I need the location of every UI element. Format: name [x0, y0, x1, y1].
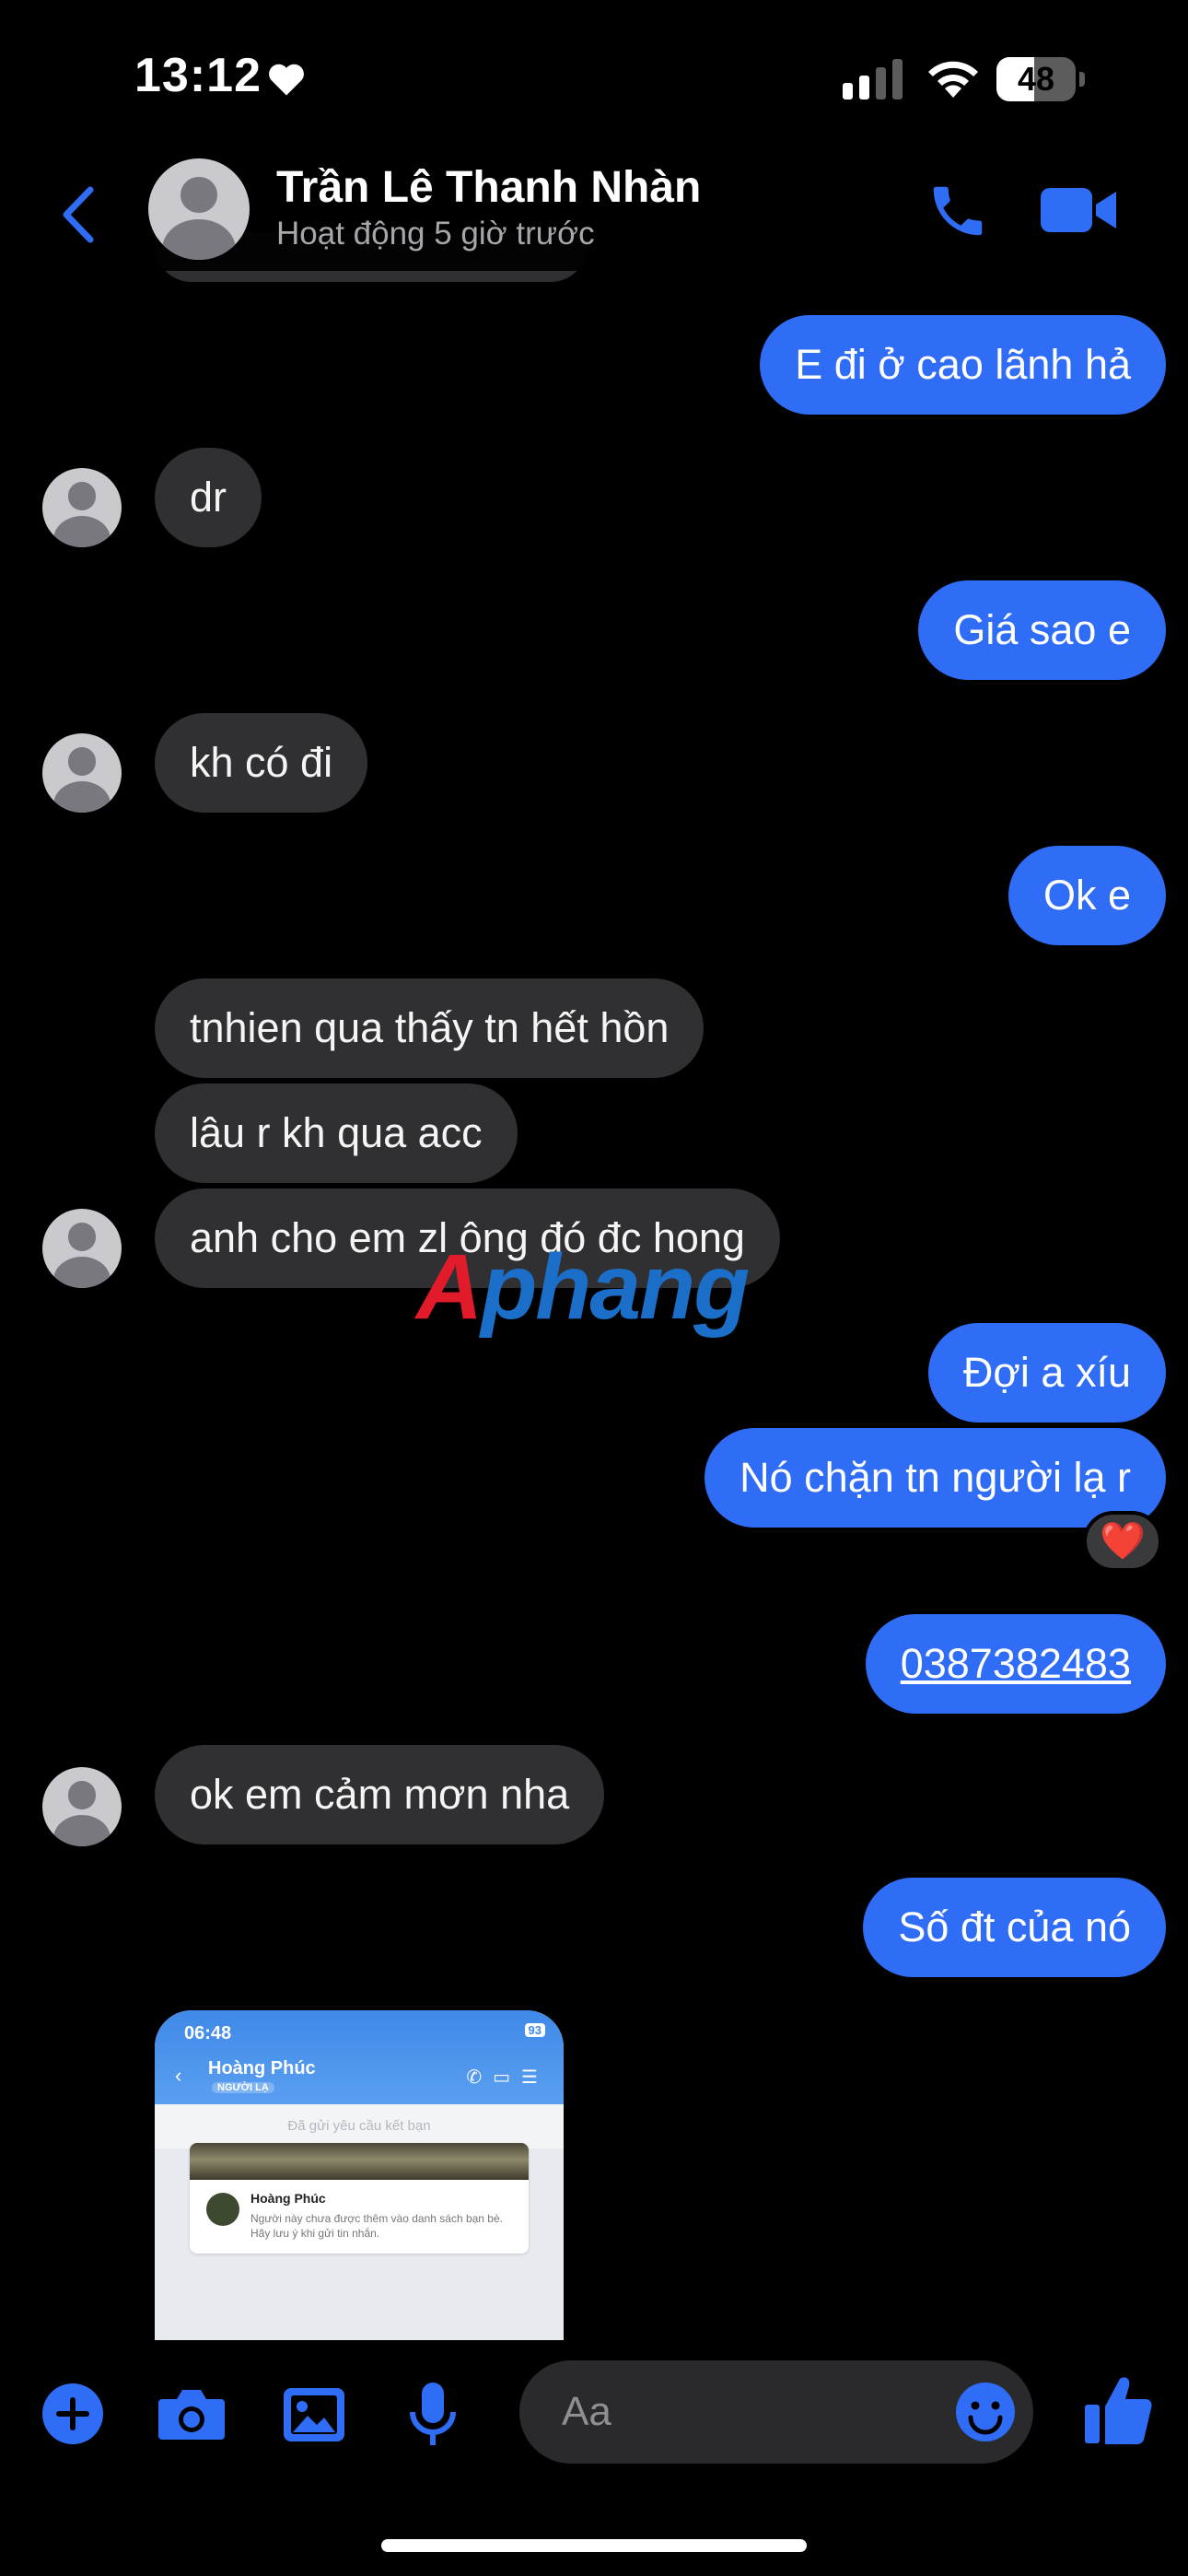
thumbs-up-icon[interactable] [1083, 2370, 1153, 2449]
avatar[interactable] [42, 733, 122, 813]
video-camera-icon[interactable] [1041, 184, 1118, 236]
message-text[interactable]: 0387382483 [901, 1640, 1131, 1687]
home-indicator[interactable] [381, 2539, 807, 2552]
message-text: Giá sao e [953, 606, 1131, 653]
message-text: Nó chặn tn người lạ r [740, 1454, 1131, 1501]
avatar[interactable] [42, 1209, 122, 1288]
messenger-chat-screen: E đi ở cao lãnh hả dr Giá sao e kh có đi… [0, 0, 1188, 2576]
chat-header: Trần Lê Thanh Nhàn Hoạt động 5 giờ trước [0, 147, 1188, 271]
heart-reaction-icon[interactable]: ❤️ [1083, 1511, 1162, 1572]
phone-number-link[interactable]: 0387382483 [865, 1614, 1166, 1714]
screenshot-time: 06:48 [184, 2023, 232, 2043]
message-bubble-outgoing[interactable]: E đi ở cao lãnh hả [760, 315, 1166, 415]
cellular-signal-icon [843, 59, 903, 100]
screenshot-card-name: Hoàng Phúc [250, 2191, 326, 2206]
message-bubble-incoming[interactable]: dr [155, 448, 262, 547]
smile-icon[interactable] [954, 2381, 1017, 2443]
message-text: Số đt của nó [898, 1903, 1131, 1950]
message-bubble-incoming[interactable]: ok em cảm mơn nha [155, 1745, 605, 1844]
message-text: Ok e [1042, 872, 1131, 919]
screenshot-back-icon: ‹ [175, 2064, 182, 2087]
screenshot-stranger-badge: NGƯỜI LẠ [212, 2082, 274, 2093]
status-bar: 13:12 48 [0, 0, 1188, 157]
status-time: 13:12 [134, 49, 262, 102]
battery-indicator: 48 [996, 57, 1085, 101]
screenshot-battery: 93 [524, 2023, 545, 2037]
wifi-icon [928, 61, 978, 98]
shared-screenshot-image[interactable]: 06:48 93 ‹ Hoàng Phúc NGƯỜI LẠ ✆▭☰ Đã gử… [155, 2010, 564, 2342]
screenshot-avatar [206, 2193, 239, 2226]
message-bubble-outgoing[interactable]: Giá sao e [918, 580, 1166, 680]
message-text: Đợi a xíu [962, 1349, 1131, 1396]
screenshot-header: 06:48 93 ‹ Hoàng Phúc NGƯỜI LẠ ✆▭☰ [155, 2010, 564, 2104]
screenshot-action-icons: ✆▭☰ [466, 2067, 549, 2088]
message-text: E đi ở cao lãnh hả [795, 341, 1131, 388]
message-bubble-incoming[interactable]: tnhien qua thấy tn hết hồn [155, 978, 705, 1078]
message-bubble-outgoing[interactable]: Số đt của nó [863, 1878, 1166, 1977]
screenshot-profile-card: Hoàng Phúc Người này chưa được thêm vào … [190, 2143, 529, 2254]
message-text: dr [190, 474, 227, 521]
phone-icon[interactable] [926, 179, 990, 243]
message-composer[interactable] [519, 2360, 1033, 2464]
watermark-logo: Aphang [416, 1235, 750, 1341]
message-bubble-outgoing[interactable]: Ok e [1007, 846, 1166, 945]
chevron-left-icon[interactable] [55, 182, 103, 247]
message-bubble-incoming[interactable]: lâu r kh qua acc [155, 1083, 518, 1183]
message-input[interactable] [562, 2360, 930, 2464]
message-text: kh có đi [190, 739, 333, 786]
message-list[interactable]: E đi ở cao lãnh hả dr Giá sao e kh có đi… [0, 0, 1188, 2342]
battery-level: 48 [1017, 60, 1055, 98]
watermark-lead: A [416, 1235, 483, 1339]
screenshot-contact-name: Hoàng Phúc [208, 2058, 316, 2078]
camera-icon[interactable] [157, 2377, 227, 2451]
message-bubble-outgoing[interactable]: Nó chặn tn người lạ r [705, 1428, 1166, 1528]
screenshot-friend-request-notice: Đã gửi yêu cầu kết bạn [155, 2104, 564, 2149]
heart-icon [269, 64, 304, 96]
message-text: ok em cảm mơn nha [190, 1771, 570, 1818]
screenshot-cover-photo [190, 2143, 529, 2180]
contact-status: Hoạt động 5 giờ trước [276, 216, 595, 252]
image-icon[interactable] [282, 2377, 346, 2451]
screenshot-card-text: Người này chưa được thêm vào danh sách b… [250, 2212, 503, 2240]
plus-circle-icon[interactable] [39, 2377, 107, 2451]
message-bubble-incoming[interactable]: kh có đi [155, 713, 368, 813]
composer-bar [0, 2340, 1188, 2576]
message-bubble-outgoing[interactable]: Đợi a xíu [927, 1323, 1166, 1423]
avatar[interactable] [42, 468, 122, 547]
message-text: tnhien qua thấy tn hết hồn [190, 1004, 670, 1051]
contact-name[interactable]: Trần Lê Thanh Nhàn [276, 162, 701, 213]
microphone-icon[interactable] [405, 2377, 460, 2451]
message-text: lâu r kh qua acc [190, 1109, 483, 1156]
avatar[interactable] [42, 1767, 122, 1846]
contact-avatar[interactable] [148, 158, 250, 260]
watermark-rest: phang [481, 1235, 750, 1339]
